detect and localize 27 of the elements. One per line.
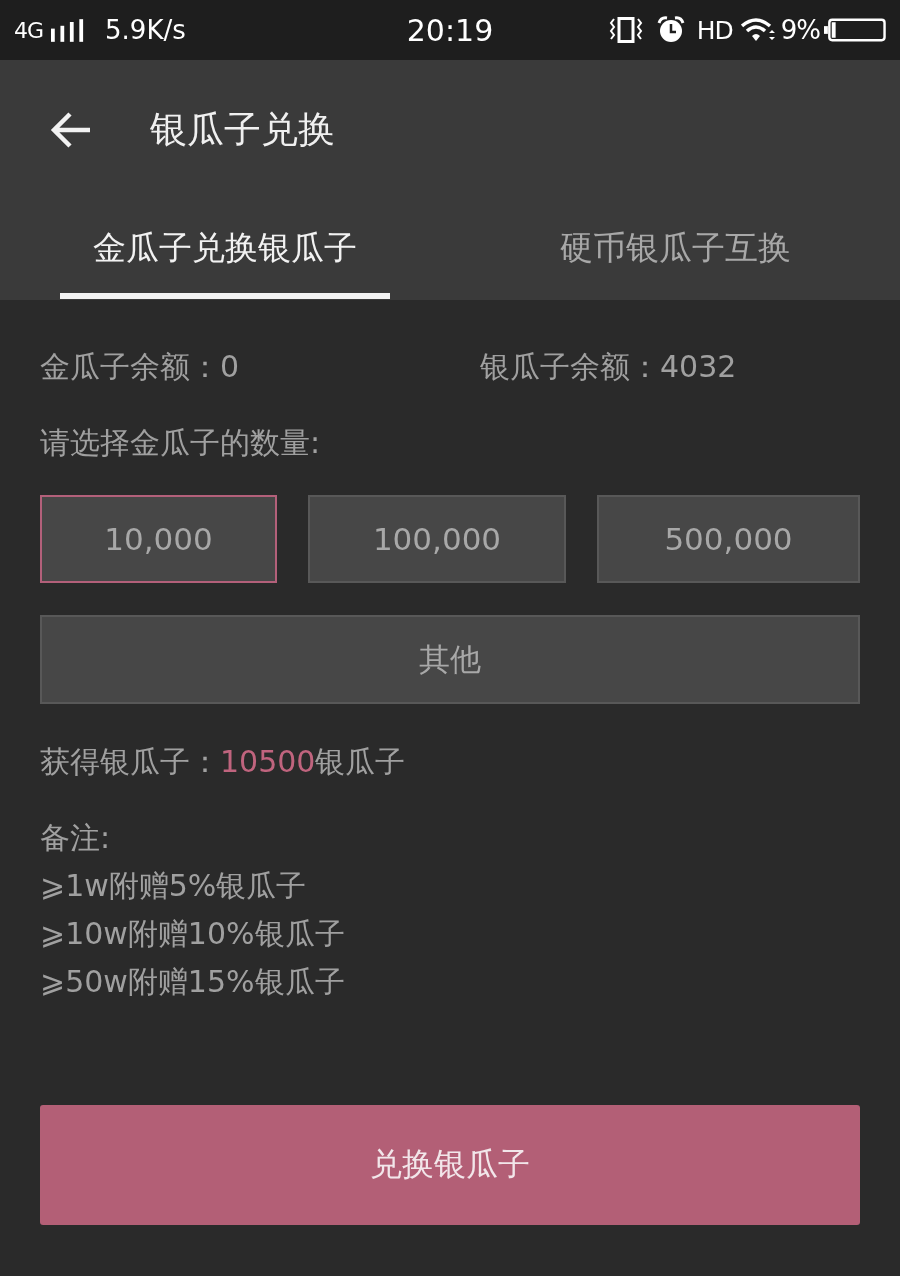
- balance-text: 银瓜子余额：4032: [480, 348, 738, 386]
- battery-icon: [824, 18, 886, 42]
- page-title: 银瓜子兑换: [150, 107, 335, 153]
- balance-text: 金瓜子余额：0: [40, 348, 241, 386]
- tab[interactable]: 硬币银瓜子互换: [450, 200, 900, 300]
- clock-time: 20:19: [406, 12, 494, 48]
- other-amount-option[interactable]: 其他: [40, 615, 860, 704]
- result-text: 获得银瓜子：10500银瓜子: [40, 743, 407, 781]
- vibrate-icon: [608, 17, 643, 43]
- amount-option[interactable]: 100,000: [308, 495, 566, 583]
- battery-percent: 9%: [780, 15, 820, 45]
- note-line: ⩾50w附赠15%银瓜子: [40, 963, 346, 1001]
- alarm-clock-icon: [656, 16, 685, 44]
- amount-option[interactable]: 500,000: [597, 495, 860, 583]
- network-type: 4G: [14, 17, 44, 43]
- wifi-icon: [740, 17, 775, 43]
- signal-bars-icon: [51, 18, 86, 42]
- back-arrow-icon[interactable]: [50, 112, 92, 148]
- exchange-button[interactable]: 兑换银瓜子: [40, 1105, 860, 1225]
- hd-indicator: HD: [696, 15, 733, 45]
- amount-option[interactable]: 10,000: [40, 495, 277, 583]
- network-speed: 5.9K/s: [105, 15, 186, 45]
- tab[interactable]: 金瓜子兑换银瓜子: [0, 200, 450, 300]
- notes-title: 备注:: [40, 819, 112, 857]
- amount-prompt: 请选择金瓜子的数量:: [40, 424, 322, 462]
- note-line: ⩾1w附赠5%银瓜子: [40, 867, 308, 905]
- note-line: ⩾10w附赠10%银瓜子: [40, 915, 346, 953]
